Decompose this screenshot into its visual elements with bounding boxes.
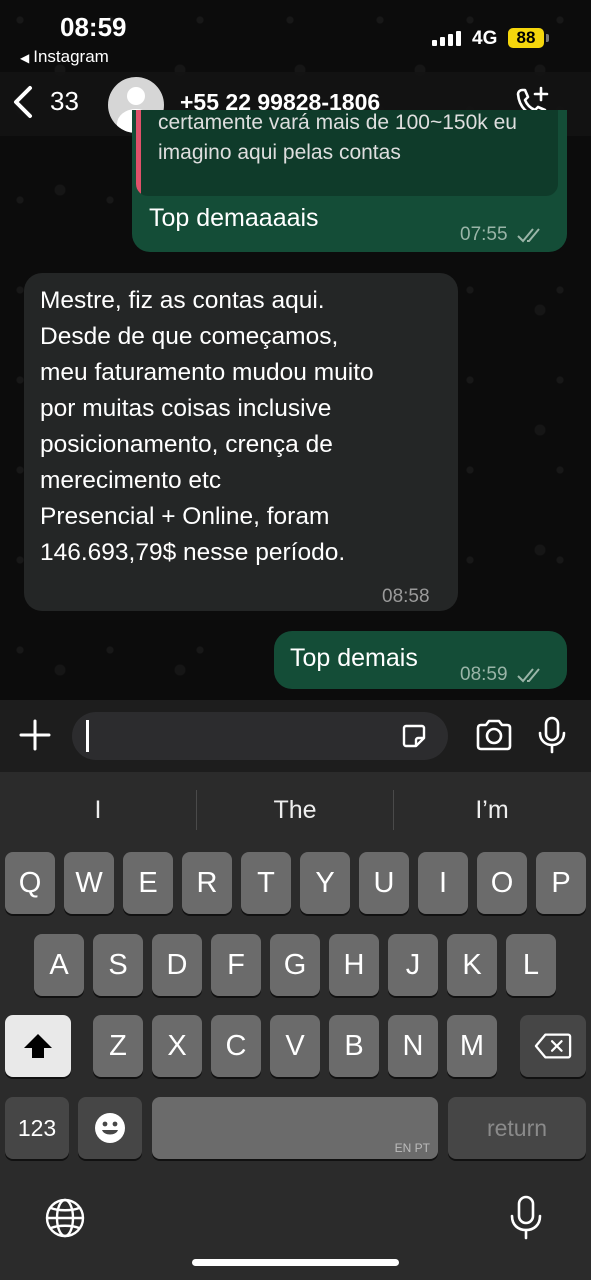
message-input-bar [0, 700, 591, 772]
message-time: 08:59 [460, 664, 508, 685]
key-i[interactable]: I [418, 852, 468, 914]
emoji-icon [95, 1113, 125, 1143]
key-m[interactable]: M [447, 1015, 497, 1077]
message-body: Mestre, fiz as contas aqui. Desde de que… [40, 283, 450, 571]
signal-icon [432, 30, 464, 46]
delete-key[interactable] [520, 1015, 586, 1077]
key-b[interactable]: B [329, 1015, 379, 1077]
message-time: 08:58 [382, 586, 430, 607]
key-g[interactable]: G [270, 934, 320, 996]
text-caret [86, 720, 89, 752]
message-text: Top demais [290, 644, 418, 672]
message-text: Top demaaaais [149, 204, 319, 232]
key-q[interactable]: Q [5, 852, 55, 914]
message-line: Desde de que começamos, [40, 323, 339, 350]
suggestion[interactable]: I’m [394, 786, 590, 834]
key-v[interactable]: V [270, 1015, 320, 1077]
dictation-microphone-icon[interactable] [508, 1195, 544, 1241]
key-w[interactable]: W [64, 852, 114, 914]
quoted-text: certamente vará mais de 100~150k eu imag… [158, 111, 517, 164]
message-outgoing[interactable]: Top demais 08:59 [274, 631, 567, 689]
back-app-label: Instagram [33, 47, 109, 66]
numbers-key[interactable]: 123 [5, 1097, 69, 1159]
key-c[interactable]: C [211, 1015, 261, 1077]
shift-arrow-icon [24, 1034, 52, 1058]
space-language: EN PT [394, 1141, 430, 1155]
message-line: por muitas coisas inclusive [40, 395, 332, 422]
message-line: meu faturamento mudou muito [40, 359, 374, 386]
back-to-app-link[interactable]: ◀ Instagram [20, 47, 109, 67]
status-bar: 08:59 ◀ Instagram 4G 88 [0, 0, 591, 72]
return-key[interactable]: return [448, 1097, 586, 1159]
microphone-icon[interactable] [537, 716, 567, 754]
backspace-icon [534, 1033, 572, 1059]
key-r[interactable]: R [182, 852, 232, 914]
back-triangle-icon: ◀ [20, 51, 30, 65]
key-k[interactable]: K [447, 934, 497, 996]
key-y[interactable]: Y [300, 852, 350, 914]
key-f[interactable]: F [211, 934, 261, 996]
message-time: 07:55 [460, 224, 508, 245]
double-check-icon [517, 668, 540, 683]
suggestion[interactable]: I [0, 786, 196, 834]
double-check-icon [517, 228, 540, 243]
camera-icon[interactable] [475, 718, 513, 752]
unread-count[interactable]: 33 [50, 86, 79, 117]
key-x[interactable]: X [152, 1015, 202, 1077]
key-n[interactable]: N [388, 1015, 438, 1077]
key-t[interactable]: T [241, 852, 291, 914]
network-type: 4G [472, 28, 498, 49]
key-a[interactable]: A [34, 934, 84, 996]
key-u[interactable]: U [359, 852, 409, 914]
emoji-key[interactable] [78, 1097, 142, 1159]
key-z[interactable]: Z [93, 1015, 143, 1077]
person-icon [127, 87, 145, 105]
message-line: Mestre, fiz as contas aqui. [40, 287, 325, 314]
key-s[interactable]: S [93, 934, 143, 996]
battery-tip [546, 34, 549, 42]
home-indicator [192, 1259, 399, 1266]
key-j[interactable]: J [388, 934, 438, 996]
message-line: Presencial + Online, foram [40, 503, 330, 530]
message-input[interactable] [72, 712, 448, 760]
key-h[interactable]: H [329, 934, 379, 996]
quoted-message[interactable]: certamente vará mais de 100~150k eu imag… [136, 110, 558, 196]
sticker-icon[interactable] [400, 722, 428, 750]
key-d[interactable]: D [152, 934, 202, 996]
suggestion[interactable]: The [197, 786, 393, 834]
quote-bar [136, 110, 141, 196]
key-o[interactable]: O [477, 852, 527, 914]
key-p[interactable]: P [536, 852, 586, 914]
message-incoming[interactable]: Mestre, fiz as contas aqui. Desde de que… [24, 273, 458, 611]
message-line: 146.693,79$ nesse período. [40, 539, 346, 566]
space-key[interactable]: EN PT [152, 1097, 438, 1159]
shift-key[interactable] [5, 1015, 71, 1077]
message-line: merecimento etc [40, 467, 222, 494]
message-meta: 07:55 [460, 224, 545, 246]
chevron-left-icon[interactable] [10, 84, 40, 120]
battery-icon: 88 [508, 28, 544, 48]
status-time: 08:59 [60, 12, 127, 42]
key-e[interactable]: E [123, 852, 173, 914]
message-meta: 08:59 [460, 657, 545, 693]
key-l[interactable]: L [506, 934, 556, 996]
plus-icon[interactable] [18, 718, 52, 752]
message-line: posicionamento, crença de [40, 431, 333, 458]
globe-icon[interactable] [44, 1197, 86, 1239]
